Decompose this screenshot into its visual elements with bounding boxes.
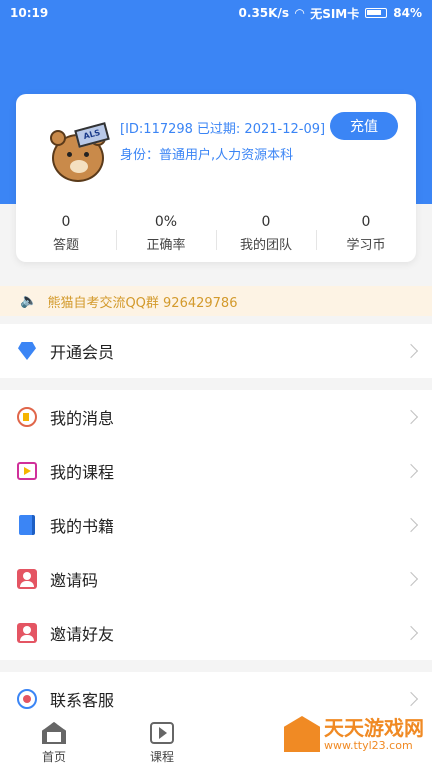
invite-code-icon	[17, 569, 37, 589]
menu-item-invite-code[interactable]: 邀请码	[0, 552, 432, 606]
watermark-logo-icon	[284, 716, 320, 752]
menu-item-invite-friends[interactable]: 邀请好友	[0, 606, 432, 660]
course-play-icon	[150, 722, 174, 744]
avatar[interactable]: ALS	[36, 116, 120, 200]
menu-item-courses[interactable]: 我的课程	[0, 444, 432, 498]
stat-value: 0	[261, 214, 271, 230]
wifi-icon: ◠	[294, 6, 305, 20]
avatar-hat-label: ALS	[74, 122, 110, 148]
battery-percent: 84%	[393, 6, 422, 20]
notice-text: 熊猫自考交流QQ群 926429786	[47, 295, 238, 311]
stat-value: 0	[61, 214, 71, 230]
tab-home[interactable]: 首页	[0, 716, 108, 768]
stat-value: 0%	[154, 214, 178, 230]
chevron-right-icon	[403, 463, 419, 479]
menu-item-label: 邀请码	[50, 571, 99, 590]
menu-item-books[interactable]: 我的书籍	[0, 498, 432, 552]
stat-value: 0	[361, 214, 371, 230]
menu-item-vip[interactable]: 开通会员	[0, 324, 432, 378]
stat-label: 我的团队	[239, 238, 292, 253]
recharge-button[interactable]: 充值	[330, 112, 398, 140]
account-id: [ID:117298	[120, 122, 193, 137]
chevron-right-icon	[403, 691, 419, 707]
invite-friends-icon	[17, 623, 37, 643]
speaker-icon: 🔈	[20, 293, 38, 309]
tab-label: 首页	[41, 750, 66, 764]
menu-item-messages[interactable]: 我的消息	[0, 390, 432, 444]
vip-diamond-icon	[18, 342, 36, 360]
stat-label: 学习币	[346, 238, 386, 253]
status-bar: 10:19 0.35K/s ◠ 无SIM卡 84%	[0, 0, 432, 26]
book-icon	[19, 515, 35, 535]
chevron-right-icon	[403, 343, 419, 359]
watermark-url: www.ttyl23.com	[324, 738, 413, 752]
network-speed: 0.35K/s	[238, 6, 289, 20]
menu-item-label: 我的书籍	[50, 517, 115, 536]
watermark-title: 天天游戏网	[324, 715, 424, 740]
chevron-right-icon	[403, 625, 419, 641]
home-icon	[42, 722, 66, 744]
chevron-right-icon	[403, 517, 419, 533]
message-icon	[17, 407, 37, 427]
menu-item-label: 开通会员	[50, 343, 115, 362]
battery-icon	[365, 8, 388, 18]
account-id-line: [ID:117298 已过期: 2021-12-09]	[120, 118, 329, 137]
stat-label: 答题	[52, 238, 79, 253]
course-video-icon	[17, 462, 37, 480]
stats-row: 0 答题 0% 正确率 0 我的团队 0 学习币	[16, 214, 416, 253]
status-time: 10:19	[10, 6, 49, 20]
profile-card: ALS [ID:117298 已过期: 2021-12-09] 身份：普通用户,人…	[16, 94, 416, 262]
sim-status: 无SIM卡	[310, 6, 360, 21]
site-watermark: 天天游戏网 www.ttyl23.com	[284, 716, 424, 752]
stat-label: 正确率	[146, 238, 186, 253]
tab-courses[interactable]: 课程	[108, 716, 216, 768]
stat-accuracy[interactable]: 0% 正确率	[116, 214, 216, 253]
stat-team[interactable]: 0 我的团队	[216, 214, 316, 253]
account-expiry: 已过期: 2021-12-09]	[196, 122, 326, 137]
menu-item-label: 我的课程	[50, 463, 115, 482]
stat-answers[interactable]: 0 答题	[16, 214, 116, 253]
tab-label: 课程	[149, 750, 174, 764]
customer-service-icon	[17, 689, 37, 709]
main-menu-section: 我的消息 我的课程 我的书籍 邀请码 邀请好友	[0, 390, 432, 660]
chevron-right-icon	[403, 409, 419, 425]
stat-coins[interactable]: 0 学习币	[316, 214, 416, 253]
chevron-right-icon	[403, 571, 419, 587]
menu-item-label: 联系客服	[50, 691, 115, 710]
menu-item-label: 邀请好友	[50, 625, 115, 644]
vip-section: 开通会员	[0, 324, 432, 378]
menu-item-label: 我的消息	[50, 409, 115, 428]
notice-bar[interactable]: 🔈 熊猫自考交流QQ群 926429786	[0, 286, 432, 316]
identity-text: 身份：普通用户,人力资源本科	[120, 148, 294, 163]
